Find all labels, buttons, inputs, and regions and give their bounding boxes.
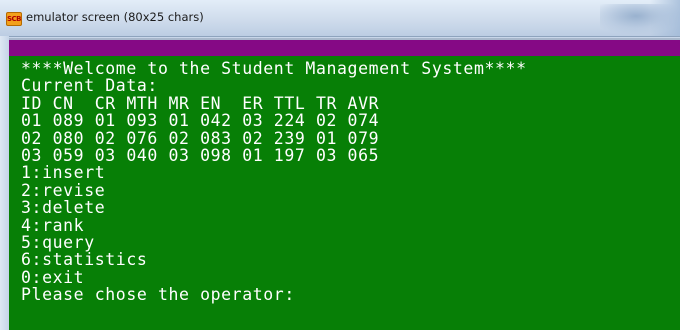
table-row: 01 089 01 093 01 042 03 224 02 074: [21, 111, 380, 131]
menu-option-query: 5:query: [21, 232, 95, 252]
menu-option-revise: 2:revise: [21, 180, 106, 200]
app-icon[interactable]: SCB: [6, 12, 22, 26]
table-header-row: ID CN CR MTH MR EN ER TTL TR AVR: [21, 93, 380, 113]
table-row: 03 059 03 040 03 098 01 197 03 065: [21, 145, 380, 165]
menu-option-delete: 3:delete: [21, 198, 106, 218]
welcome-banner: ****Welcome to the Student Management Sy…: [21, 59, 527, 78]
current-data-heading: Current Data:: [21, 76, 158, 96]
menu-option-insert: 1:insert: [21, 163, 106, 183]
menu-option-statistics: 6:statistics: [21, 250, 148, 270]
operator-prompt[interactable]: Please chose the operator:: [21, 286, 679, 304]
window-frame-left: [0, 36, 9, 330]
caption-edge-glow: [650, 0, 680, 36]
emulator-screen[interactable]: ****Welcome to the Student Management Sy…: [9, 38, 680, 330]
table-row: 02 080 02 076 02 083 02 239 01 079: [21, 128, 380, 148]
console-output[interactable]: ****Welcome to the Student Management Sy…: [21, 59, 679, 304]
status-bar: [9, 38, 680, 56]
window-title: emulator screen (80x25 chars): [26, 10, 204, 24]
menu-option-rank: 4:rank: [21, 215, 85, 235]
emulator-window: SCB emulator screen (80x25 chars) ****We…: [0, 0, 680, 330]
menu-option-exit: 0:exit: [21, 267, 85, 287]
title-bar[interactable]: SCB emulator screen (80x25 chars): [0, 0, 680, 37]
